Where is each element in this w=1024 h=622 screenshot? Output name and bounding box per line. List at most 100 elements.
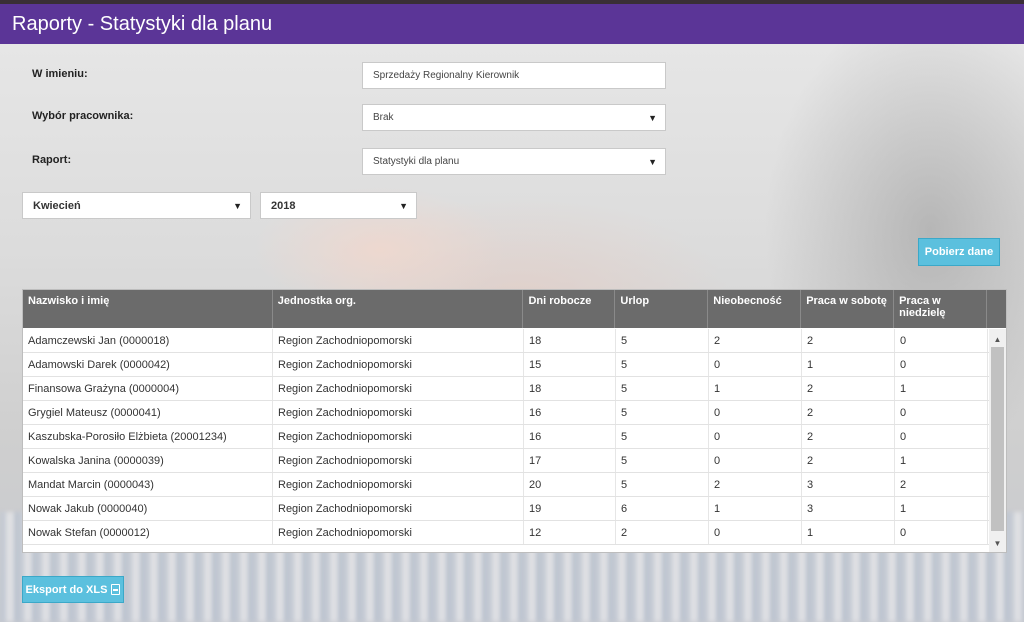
cell-workdays: 16 [524, 401, 616, 424]
table-row[interactable]: Nowak Jakub (0000040) Region Zachodniopom… [23, 497, 990, 521]
column-header-spacer [987, 290, 1006, 328]
year-select[interactable]: 2018 ▼ [260, 192, 417, 219]
triangle-down-icon: ▼ [233, 201, 242, 211]
cell-absence: 2 [709, 473, 802, 496]
cell-sunday: 2 [895, 473, 988, 496]
cell-saturday: 2 [802, 401, 895, 424]
cell-workdays: 18 [524, 377, 616, 400]
cell-name: Grygiel Mateusz (0000041) [23, 401, 273, 424]
cell-name: Kaszubska-Porosiło Elżbieta (20001234) [23, 425, 273, 448]
on-behalf-value: Sprzedaży Regionalny Kierownik [373, 70, 520, 81]
cell-absence: 2 [709, 329, 802, 352]
table-row[interactable]: Nowak Stefan (0000012) Region Zachodniopo… [23, 521, 990, 545]
cell-sunday: 0 [895, 329, 988, 352]
column-header-name[interactable]: Nazwisko i imię [23, 290, 273, 328]
cell-sunday: 0 [895, 521, 988, 544]
cell-sunday: 1 [895, 377, 988, 400]
cell-saturday: 2 [802, 377, 895, 400]
triangle-down-icon: ▼ [648, 113, 657, 123]
fetch-data-button[interactable]: Pobierz dane [918, 238, 1000, 266]
table-row[interactable]: Grygiel Mateusz (0000041) Region Zachodni… [23, 401, 990, 425]
column-header-saturday[interactable]: Praca w sobotę [801, 290, 895, 328]
cell-unit: Region Zachodniopomorski [273, 353, 524, 376]
cell-workdays: 12 [524, 521, 616, 544]
cell-name: Mandat Marcin (0000043) [23, 473, 273, 496]
employee-label: Wybór pracownika: [32, 110, 134, 122]
cell-saturday: 2 [802, 449, 895, 472]
column-header-leave[interactable]: Urlop [615, 290, 709, 328]
table-header: Nazwisko i imię Jednostka org. Dni roboc… [23, 290, 1006, 328]
cell-name: Nowak Stefan (0000012) [23, 521, 273, 544]
cell-saturday: 2 [802, 329, 895, 352]
cell-saturday: 2 [802, 425, 895, 448]
scroll-down-icon[interactable]: ▼ [989, 535, 1006, 551]
table-row[interactable]: Mandat Marcin (0000043) Region Zachodniop… [23, 473, 990, 497]
cell-workdays: 17 [524, 449, 616, 472]
cell-leave: 5 [616, 473, 709, 496]
cell-unit: Region Zachodniopomorski [273, 521, 524, 544]
cell-workdays: 18 [524, 329, 616, 352]
cell-leave: 5 [616, 425, 709, 448]
report-value: Statystyki dla planu [373, 156, 460, 167]
cell-absence: 0 [709, 353, 802, 376]
cell-workdays: 16 [524, 425, 616, 448]
cell-leave: 2 [616, 521, 709, 544]
cell-sunday: 1 [895, 449, 988, 472]
on-behalf-field[interactable]: Sprzedaży Regionalny Kierownik [362, 62, 666, 89]
column-header-sunday[interactable]: Praca w niedzielę [894, 290, 987, 328]
triangle-down-icon: ▼ [399, 201, 408, 211]
month-select[interactable]: Kwiecień ▼ [22, 192, 251, 219]
cell-unit: Region Zachodniopomorski [273, 497, 524, 520]
scroll-up-icon[interactable]: ▲ [989, 331, 1006, 347]
cell-unit: Region Zachodniopomorski [273, 449, 524, 472]
column-header-absence[interactable]: Nieobecność [708, 290, 802, 328]
cell-leave: 5 [616, 449, 709, 472]
cell-unit: Region Zachodniopomorski [273, 473, 524, 496]
month-value: Kwiecień [33, 199, 81, 212]
cell-name: Nowak Jakub (0000040) [23, 497, 273, 520]
cell-absence: 0 [709, 521, 802, 544]
report-label: Raport: [32, 154, 72, 166]
cell-absence: 1 [709, 377, 802, 400]
cell-workdays: 20 [524, 473, 616, 496]
column-header-unit[interactable]: Jednostka org. [273, 290, 524, 328]
table-row[interactable]: Kowalska Janina (0000039) Region Zachodni… [23, 449, 990, 473]
cell-absence: 1 [709, 497, 802, 520]
cell-sunday: 1 [895, 497, 988, 520]
report-select[interactable]: Statystyki dla planu ▼ [362, 148, 666, 175]
page-header: Raporty - Statystyki dla planu [0, 4, 1024, 44]
cell-saturday: 1 [802, 353, 895, 376]
cell-workdays: 15 [524, 353, 616, 376]
on-behalf-label: W imieniu: [32, 68, 88, 80]
cell-name: Adamczewski Jan (0000018) [23, 329, 273, 352]
cell-leave: 5 [616, 353, 709, 376]
fetch-data-label: Pobierz dane [924, 246, 994, 258]
file-excel-icon [111, 584, 121, 595]
year-value: 2018 [271, 199, 296, 212]
cell-leave: 5 [616, 401, 709, 424]
cell-leave: 6 [616, 497, 709, 520]
table-scrollbar[interactable]: ▲ ▼ [989, 329, 1006, 552]
cell-saturday: 1 [802, 521, 895, 544]
cell-absence: 0 [709, 449, 802, 472]
column-header-workdays[interactable]: Dni robocze [523, 290, 616, 328]
stats-table: Nazwisko i imię Jednostka org. Dni roboc… [22, 289, 1007, 553]
cell-absence: 0 [709, 425, 802, 448]
export-xls-button[interactable]: Eksport do XLS [22, 576, 124, 603]
cell-name: Kowalska Janina (0000039) [23, 449, 273, 472]
table-row[interactable]: Adamczewski Jan (0000018) Region Zachodni… [23, 329, 990, 353]
cell-unit: Region Zachodniopomorski [273, 329, 524, 352]
cell-sunday: 0 [895, 353, 988, 376]
cell-saturday: 3 [802, 473, 895, 496]
cell-unit: Region Zachodniopomorski [273, 401, 524, 424]
page-title: Raporty - Statystyki dla planu [12, 12, 273, 35]
scroll-thumb[interactable] [991, 347, 1004, 531]
cell-saturday: 3 [802, 497, 895, 520]
cell-unit: Region Zachodniopomorski [273, 377, 524, 400]
cell-name: Finansowa Grażyna (0000004) [23, 377, 273, 400]
table-row[interactable]: Finansowa Grażyna (0000004) Region Zachod… [23, 377, 990, 401]
employee-select[interactable]: Brak ▼ [362, 104, 666, 131]
cell-sunday: 0 [895, 425, 988, 448]
table-row[interactable]: Adamowski Darek (0000042) Region Zachodni… [23, 353, 990, 377]
table-row[interactable]: Kaszubska-Porosiło Elżbieta (20001234) Re… [23, 425, 990, 449]
